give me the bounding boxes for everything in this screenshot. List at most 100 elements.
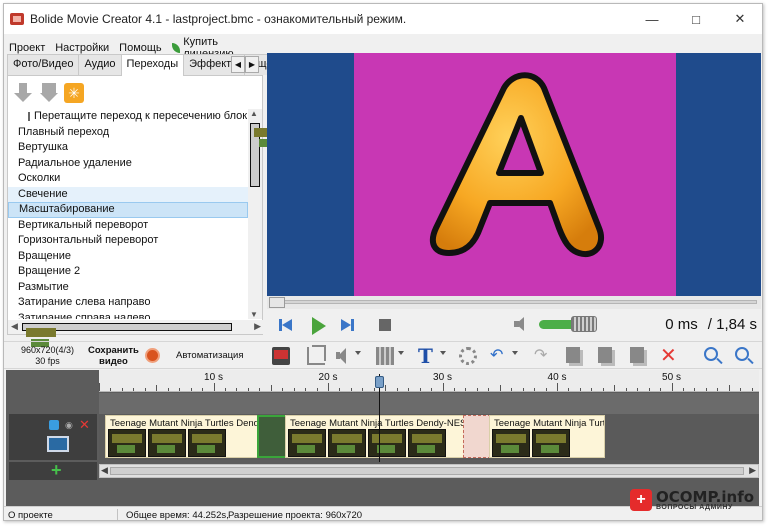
text-icon[interactable]: T — [418, 346, 436, 366]
ruler-tick — [385, 385, 387, 391]
close-icon[interactable]: ✕ — [718, 4, 762, 34]
speaker-icon[interactable] — [513, 316, 529, 332]
undo-dropdown-icon[interactable] — [512, 351, 518, 355]
transition-item[interactable]: Размытие — [8, 280, 248, 296]
seek-bar[interactable] — [267, 296, 761, 309]
transition-item[interactable]: Вертушка — [8, 140, 248, 156]
hscroll-thumb[interactable] — [22, 323, 232, 347]
time-ruler[interactable]: 10 s 20 s 30 s 40 s 50 s — [99, 370, 759, 392]
clip-title: Teenage Mutant Ninja Turtles Dendy-NES..… — [290, 418, 465, 429]
transition-item[interactable]: Радиальное удаление — [8, 156, 248, 172]
track-visibility-icon[interactable]: ◉ — [65, 420, 75, 430]
transition-item[interactable]: Плавный переход — [8, 125, 248, 141]
add-track-icon[interactable]: + — [51, 460, 62, 481]
random-transition-icon[interactable]: ✳ — [64, 83, 84, 103]
copy-icon[interactable] — [566, 347, 580, 363]
transition-item[interactable]: Масштабирование — [8, 202, 248, 218]
transition-item[interactable]: Свечение — [8, 186, 248, 202]
tab-photo-video[interactable]: Фото/Видео — [7, 54, 80, 75]
maximize-icon[interactable]: □ — [674, 4, 718, 34]
video-clip-1[interactable]: Teenage Mutant Ninja Turtles Dendy-... — [105, 415, 259, 458]
apply-down-arrow-icon[interactable] — [12, 82, 34, 104]
stop-icon[interactable] — [377, 317, 393, 333]
ruler-tick — [408, 388, 410, 391]
scroll-right-icon[interactable]: ▶ — [254, 321, 261, 332]
volume-thumb[interactable] — [571, 316, 597, 332]
duplicate-icon[interactable] — [630, 347, 644, 363]
redo-icon[interactable]: ↷ — [534, 347, 552, 365]
transition-item[interactable]: Затирание слева направо — [8, 295, 248, 311]
transition-item[interactable]: Вращение — [8, 249, 248, 265]
tab-transitions[interactable]: Переходы — [120, 54, 185, 76]
seek-thumb[interactable] — [269, 297, 285, 308]
transition-item[interactable]: Вертикальный переворот — [8, 218, 248, 234]
transition-block[interactable] — [257, 415, 287, 458]
automation-button[interactable]: Автоматизация — [176, 350, 244, 361]
timeline-scroll-right-icon[interactable]: ▶ — [749, 465, 756, 476]
video-track[interactable]: Teenage Mutant Ninja Turtles Dendy-... T… — [99, 414, 759, 460]
timeline-scrollbar[interactable]: ◀ ▶ — [99, 464, 759, 478]
ruler-tick — [362, 388, 364, 391]
minimize-icon[interactable]: — — [630, 4, 674, 34]
transition-slot[interactable] — [463, 415, 491, 458]
playhead-handle[interactable] — [375, 376, 384, 388]
status-resolution: Разрешение проекта: 960x720 — [228, 510, 363, 521]
tab-audio[interactable]: Аудио — [78, 54, 122, 75]
crop-icon[interactable] — [307, 345, 326, 365]
overlay-track[interactable] — [99, 393, 759, 414]
menu-help[interactable]: Помощь — [114, 42, 167, 54]
ruler-tick — [144, 388, 146, 391]
clip-thumbnails — [492, 429, 570, 457]
list-vertical-scrollbar[interactable]: ▲ ▼ — [248, 109, 284, 319]
transition-item[interactable]: Осколки — [8, 171, 248, 187]
video-track-header: ◉ ✕ — [9, 414, 97, 460]
transition-item[interactable]: Вращение 2 — [8, 264, 248, 280]
brightness-icon[interactable] — [459, 347, 477, 365]
checkbox-icon[interactable] — [28, 112, 30, 122]
undo-icon[interactable]: ↶ — [490, 347, 508, 365]
scroll-left-icon[interactable]: ◀ — [11, 321, 18, 332]
ruler-tick — [488, 388, 490, 391]
paste-icon[interactable] — [598, 347, 612, 363]
scroll-down-icon[interactable]: ▼ — [250, 310, 258, 319]
speed-dropdown-icon[interactable] — [398, 351, 404, 355]
next-frame-icon[interactable] — [341, 317, 357, 333]
track-remove-icon[interactable]: ✕ — [79, 417, 90, 433]
apply-all-down-arrow-icon[interactable] — [38, 82, 60, 104]
zoom-out-icon[interactable] — [704, 347, 718, 361]
about-project-link[interactable]: О проекте — [8, 510, 53, 520]
clip-volume-icon[interactable] — [334, 347, 352, 365]
previous-frame-icon[interactable] — [279, 317, 295, 333]
zoom-in-icon[interactable] — [735, 347, 749, 361]
project-resolution[interactable]: 960x720(4/3) 30 fps — [21, 345, 74, 367]
seek-track[interactable] — [269, 300, 757, 304]
scroll-up-icon[interactable]: ▲ — [250, 109, 258, 118]
list-horizontal-scrollbar[interactable]: ◀ ▶ — [8, 320, 264, 347]
save-video-button[interactable]: Сохранить видео — [88, 345, 139, 367]
ruler-tick — [568, 388, 570, 391]
scroll-thumb[interactable] — [250, 123, 284, 187]
delete-icon[interactable]: ✕ — [660, 346, 678, 366]
transition-item[interactable]: Затирание справа налево — [8, 311, 248, 320]
record-icon[interactable] — [145, 348, 160, 363]
text-dropdown-icon[interactable] — [440, 351, 446, 355]
video-clip-3[interactable]: Teenage Mutant Ninja Turtl... — [489, 415, 605, 458]
leaf-icon — [171, 43, 181, 53]
timeline-scroll-left-icon[interactable]: ◀ — [101, 465, 108, 476]
watermark: + OCOMP.info ВОПРОСЫ АДМИНУ — [630, 489, 754, 511]
menu-project[interactable]: Проект — [4, 42, 50, 54]
drag-hint-item[interactable]: Перетащите переход к пересечению блок... — [8, 109, 248, 125]
play-icon[interactable] — [311, 317, 327, 335]
status-divider — [117, 509, 118, 520]
menu-settings[interactable]: Настройки — [50, 42, 114, 54]
tab-scroll-left-icon[interactable]: ◀ — [231, 56, 245, 73]
track-volume-icon[interactable] — [49, 420, 59, 430]
timeline-scroll-thumb[interactable] — [110, 467, 744, 475]
split-clip-icon[interactable] — [272, 347, 290, 365]
speed-icon[interactable] — [376, 347, 394, 365]
clip-title: Teenage Mutant Ninja Turtl... — [494, 418, 605, 429]
video-clip-2[interactable]: Teenage Mutant Ninja Turtles Dendy-NES..… — [285, 415, 465, 458]
volume-dropdown-icon[interactable] — [355, 351, 361, 355]
transition-item[interactable]: Горизонтальный переворот — [8, 233, 248, 249]
tab-scroll-right-icon[interactable]: ▶ — [245, 56, 259, 73]
